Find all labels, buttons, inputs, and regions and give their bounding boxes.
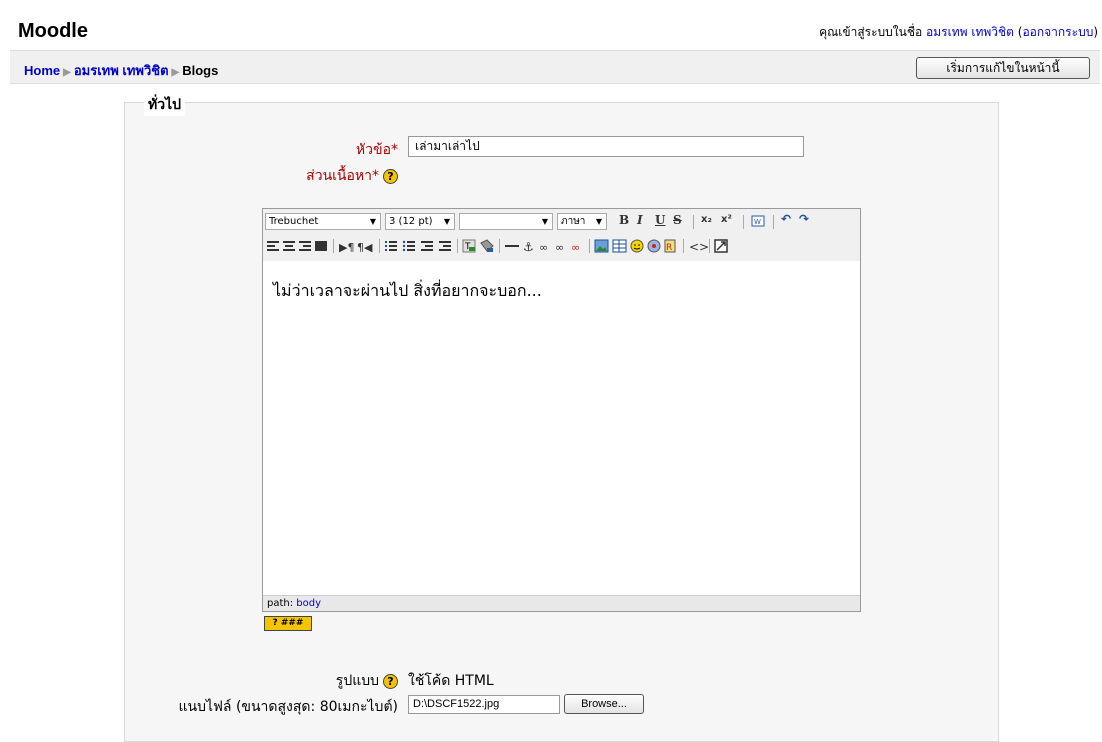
toolbar-separator (683, 239, 684, 253)
format-label: รูปแบบ? (336, 670, 398, 692)
subject-label: หัวข้อ* (355, 142, 398, 158)
indent-icon[interactable] (439, 241, 451, 251)
required-marker: * (372, 168, 379, 184)
fullscreen-icon[interactable] (714, 239, 728, 253)
ordered-list-icon[interactable] (385, 241, 397, 251)
strikethrough-button[interactable]: S (673, 213, 682, 227)
style-select[interactable]: ▼ (459, 213, 553, 230)
logout-link[interactable]: ออกจากระบบ (1022, 25, 1093, 39)
attachment-label: แนบไฟล์ (ขนาดสูงสุด: 80เมกะไบต์) (178, 699, 398, 715)
breadcrumb-current: Blogs (182, 63, 219, 78)
editor-content-area[interactable]: ไม่ว่าเวลาจะผ่านไป สิ่งที่อยากจะบอก... (263, 261, 860, 595)
bold-button[interactable]: B (619, 213, 629, 227)
keyboard-help-icon[interactable]: ? ### (264, 616, 312, 631)
editor-content-text: ไม่ว่าเวลาจะผ่านไป สิ่งที่อยากจะบอก... (273, 281, 542, 300)
toolbar-separator (457, 239, 458, 253)
help-icon[interactable]: ? (383, 673, 398, 689)
text-color-icon[interactable]: T (462, 239, 476, 253)
insert-table-icon[interactable] (612, 239, 627, 253)
breadcrumb: Home ▶ อมรเทพ เทพวิชิต ▶ Blogs (24, 60, 218, 81)
chevron-down-icon: ▼ (369, 217, 376, 226)
editor-toolbar: Trebuchet ▼ 3 (12 pt) ▼ ▼ ภาษา ▼ B I U S x₂… (263, 209, 860, 262)
ltr-icon[interactable]: ▶¶ (339, 241, 354, 254)
chevron-down-icon: ▼ (443, 217, 450, 226)
toolbar-separator (709, 239, 710, 253)
unlink-icon[interactable]: ∞ (555, 241, 564, 254)
svg-text:R: R (666, 243, 672, 253)
login-info: คุณเข้าสู่ระบบในชื่อ อมรเทพ เทพวิชิต (ออ… (819, 25, 1098, 39)
turn-editing-on-button[interactable]: เริ่มการแก้ไขในหน้านี้ (916, 57, 1090, 79)
justify-center-icon[interactable] (283, 241, 295, 251)
subject-input[interactable] (408, 136, 804, 157)
justify-left-icon[interactable] (267, 241, 279, 251)
horizontal-rule-icon[interactable] (505, 245, 519, 247)
toolbar-separator (379, 239, 380, 253)
body-label: ส่วนเนื้อหา*? (306, 165, 398, 187)
html-editor: Trebuchet ▼ 3 (12 pt) ▼ ▼ ภาษา ▼ B I U S x₂… (262, 208, 861, 612)
fieldset-legend: ทั่วไป (144, 94, 186, 116)
underline-button[interactable]: U (655, 213, 665, 227)
toolbar-separator (773, 215, 774, 229)
breadcrumb-user[interactable]: อมรเทพ เทพวิชิต (74, 63, 169, 78)
outdent-icon[interactable] (421, 241, 433, 251)
toolbar-separator (743, 215, 744, 229)
user-profile-link[interactable]: อมรเทพ เทพวิชิต (926, 25, 1014, 39)
search-replace-icon[interactable]: R (664, 239, 676, 253)
editor-statusbar: path: body (263, 595, 860, 611)
undo-button[interactable]: ↶ (781, 212, 791, 226)
site-name: Moodle (18, 20, 88, 42)
toolbar-separator (499, 239, 500, 253)
nolink-icon[interactable]: ∞ (571, 241, 580, 254)
html-source-icon[interactable]: <> (689, 240, 709, 254)
format-value: ใช้โค้ด HTML (408, 673, 494, 689)
redo-button[interactable]: ↷ (799, 212, 809, 226)
chevron-down-icon: ▼ (541, 217, 548, 226)
justify-full-icon[interactable] (315, 241, 327, 251)
font-family-select[interactable]: Trebuchet ▼ (265, 213, 381, 230)
breadcrumb-separator-icon: ▶ (171, 67, 180, 78)
subscript-button[interactable]: x₂ (701, 214, 712, 225)
chevron-down-icon: ▼ (595, 217, 602, 226)
insert-chars-icon[interactable] (647, 239, 661, 253)
font-size-select[interactable]: 3 (12 pt) ▼ (385, 213, 455, 230)
smiley-icon[interactable] (630, 239, 644, 253)
link-icon[interactable]: ∞ (539, 241, 548, 254)
login-text: คุณเข้าสู่ระบบในชื่อ (819, 25, 923, 39)
anchor-icon[interactable]: ⚓ (523, 240, 534, 254)
toolbar-separator (693, 215, 694, 229)
svg-text:W: W (754, 218, 761, 226)
language-select[interactable]: ภาษา ▼ (557, 213, 607, 230)
help-icon[interactable]: ? (383, 168, 398, 184)
page-header: Moodle คุณเข้าสู่ระบบในชื่อ อมรเทพ เทพวิ… (0, 0, 1102, 50)
browse-button[interactable]: Browse... (564, 694, 644, 714)
toolbar-separator (333, 239, 334, 253)
toolbar-row-2: ▶¶ ¶◀ T ⚓ ∞ ∞ ∞ R <> (267, 239, 728, 254)
unordered-list-icon[interactable] (402, 240, 415, 252)
italic-button[interactable]: I (637, 213, 643, 227)
superscript-button[interactable]: x² (721, 214, 732, 225)
attachment-file-input[interactable]: D:\DSCF1522.jpg (408, 695, 560, 714)
justify-right-icon[interactable] (299, 241, 311, 251)
path-body-link[interactable]: body (296, 598, 321, 609)
insert-image-icon[interactable] (594, 239, 609, 253)
breadcrumb-home[interactable]: Home (24, 63, 60, 78)
word-paste-icon[interactable]: W (751, 215, 765, 227)
background-color-icon[interactable] (480, 239, 494, 252)
required-marker: * (391, 142, 398, 158)
toolbar-separator (589, 239, 590, 253)
breadcrumb-separator-icon: ▶ (63, 67, 71, 78)
rtl-icon[interactable]: ¶◀ (357, 241, 373, 254)
